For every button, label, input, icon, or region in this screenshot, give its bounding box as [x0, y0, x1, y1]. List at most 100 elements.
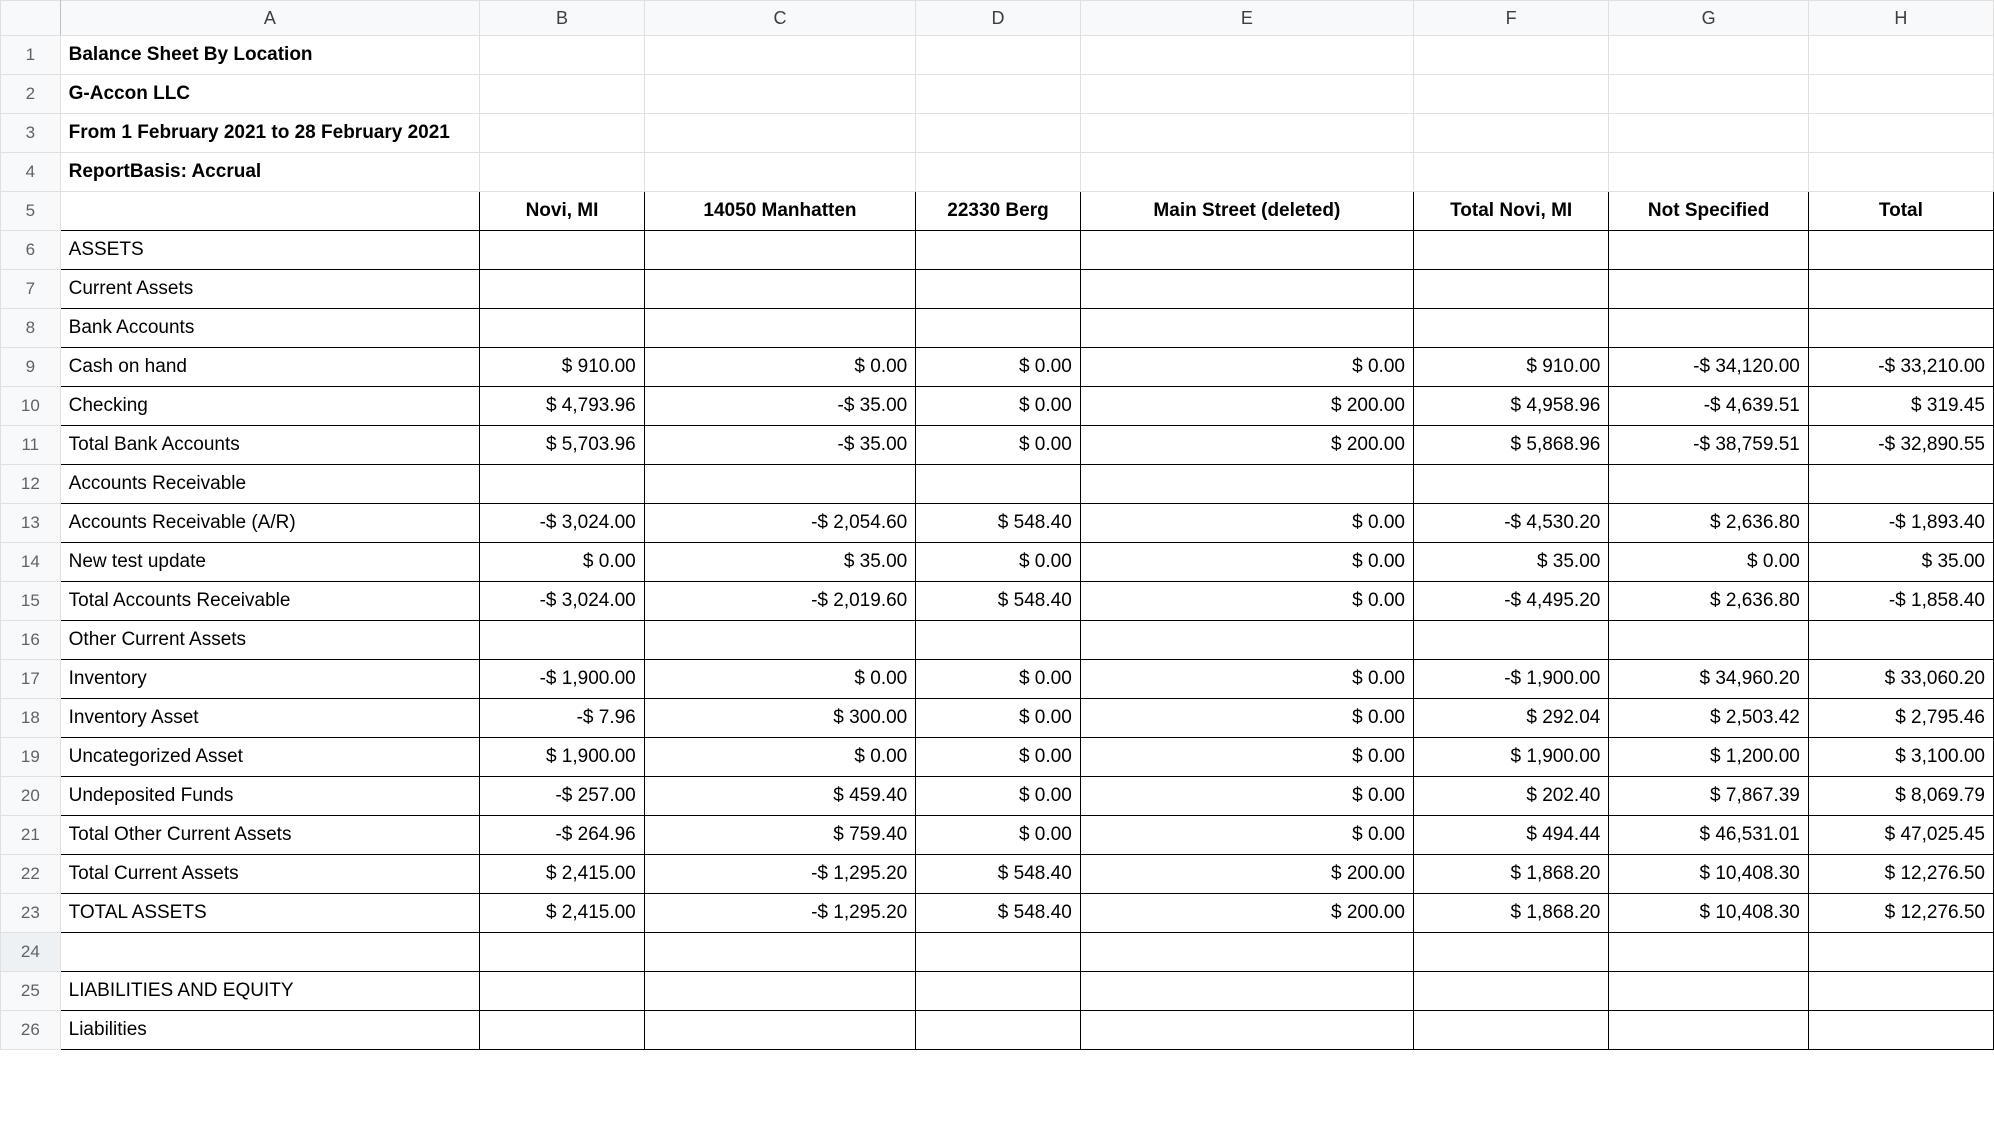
cell-C19[interactable]: $ 0.00 [644, 738, 915, 777]
cell-A9[interactable]: Cash on hand [60, 348, 480, 387]
row-header-9[interactable]: 9 [1, 348, 61, 387]
cell-B26[interactable] [480, 1011, 645, 1050]
cell-F14[interactable]: $ 35.00 [1413, 543, 1608, 582]
cell-B11[interactable]: $ 5,703.96 [480, 426, 645, 465]
row-header-21[interactable]: 21 [1, 816, 61, 855]
cell-G20[interactable]: $ 7,867.39 [1609, 777, 1809, 816]
cell-B1[interactable] [480, 36, 645, 75]
cell-C21[interactable]: $ 759.40 [644, 816, 915, 855]
row-header-6[interactable]: 6 [1, 231, 61, 270]
cell-F21[interactable]: $ 494.44 [1413, 816, 1608, 855]
cell-F6[interactable] [1413, 231, 1608, 270]
cell-E10[interactable]: $ 200.00 [1080, 387, 1413, 426]
row-header-8[interactable]: 8 [1, 309, 61, 348]
cell-A3[interactable]: From 1 February 2021 to 28 February 2021 [60, 114, 480, 153]
cell-B25[interactable] [480, 972, 645, 1011]
cell-B9[interactable]: $ 910.00 [480, 348, 645, 387]
cell-G8[interactable] [1609, 309, 1809, 348]
cell-C26[interactable] [644, 1011, 915, 1050]
cell-C23[interactable]: -$ 1,295.20 [644, 894, 915, 933]
col-header-A[interactable]: A [60, 1, 480, 36]
cell-A13[interactable]: Accounts Receivable (A/R) [60, 504, 480, 543]
cell-E6[interactable] [1080, 231, 1413, 270]
cell-F18[interactable]: $ 292.04 [1413, 699, 1608, 738]
row-header-24[interactable]: 24 [1, 933, 61, 972]
cell-A23[interactable]: TOTAL ASSETS [60, 894, 480, 933]
cell-D17[interactable]: $ 0.00 [916, 660, 1081, 699]
cell-G18[interactable]: $ 2,503.42 [1609, 699, 1809, 738]
cell-G15[interactable]: $ 2,636.80 [1609, 582, 1809, 621]
cell-B22[interactable]: $ 2,415.00 [480, 855, 645, 894]
cell-B24[interactable] [480, 933, 645, 972]
col-header-E[interactable]: E [1080, 1, 1413, 36]
cell-B23[interactable]: $ 2,415.00 [480, 894, 645, 933]
row-header-26[interactable]: 26 [1, 1011, 61, 1050]
cell-E5[interactable]: Main Street (deleted) [1080, 192, 1413, 231]
row-header-1[interactable]: 1 [1, 36, 61, 75]
cell-A7[interactable]: Current Assets [60, 270, 480, 309]
cell-C7[interactable] [644, 270, 915, 309]
cell-A21[interactable]: Total Other Current Assets [60, 816, 480, 855]
cell-C8[interactable] [644, 309, 915, 348]
cell-D21[interactable]: $ 0.00 [916, 816, 1081, 855]
row-header-18[interactable]: 18 [1, 699, 61, 738]
cell-A1[interactable]: Balance Sheet By Location [60, 36, 480, 75]
cell-D9[interactable]: $ 0.00 [916, 348, 1081, 387]
cell-H6[interactable] [1808, 231, 1993, 270]
cell-A8[interactable]: Bank Accounts [60, 309, 480, 348]
cell-F5[interactable]: Total Novi, MI [1413, 192, 1608, 231]
cell-G22[interactable]: $ 10,408.30 [1609, 855, 1809, 894]
cell-D12[interactable] [916, 465, 1081, 504]
cell-H17[interactable]: $ 33,060.20 [1808, 660, 1993, 699]
cell-E17[interactable]: $ 0.00 [1080, 660, 1413, 699]
cell-A11[interactable]: Total Bank Accounts [60, 426, 480, 465]
cell-E14[interactable]: $ 0.00 [1080, 543, 1413, 582]
cell-C14[interactable]: $ 35.00 [644, 543, 915, 582]
cell-E7[interactable] [1080, 270, 1413, 309]
cell-A25[interactable]: LIABILITIES AND EQUITY [60, 972, 480, 1011]
cell-D5[interactable]: 22330 Berg [916, 192, 1081, 231]
col-header-H[interactable]: H [1808, 1, 1993, 36]
cell-F22[interactable]: $ 1,868.20 [1413, 855, 1608, 894]
cell-F12[interactable] [1413, 465, 1608, 504]
cell-G5[interactable]: Not Specified [1609, 192, 1809, 231]
cell-A16[interactable]: Other Current Assets [60, 621, 480, 660]
cell-H23[interactable]: $ 12,276.50 [1808, 894, 1993, 933]
cell-F13[interactable]: -$ 4,530.20 [1413, 504, 1608, 543]
cell-F9[interactable]: $ 910.00 [1413, 348, 1608, 387]
cell-A20[interactable]: Undeposited Funds [60, 777, 480, 816]
col-header-D[interactable]: D [916, 1, 1081, 36]
row-header-20[interactable]: 20 [1, 777, 61, 816]
cell-E1[interactable] [1080, 36, 1413, 75]
cell-E20[interactable]: $ 0.00 [1080, 777, 1413, 816]
cell-D6[interactable] [916, 231, 1081, 270]
cell-B7[interactable] [480, 270, 645, 309]
cell-H26[interactable] [1808, 1011, 1993, 1050]
cell-C6[interactable] [644, 231, 915, 270]
cell-C13[interactable]: -$ 2,054.60 [644, 504, 915, 543]
cell-H7[interactable] [1808, 270, 1993, 309]
cell-D16[interactable] [916, 621, 1081, 660]
cell-C15[interactable]: -$ 2,019.60 [644, 582, 915, 621]
cell-A2[interactable]: G-Accon LLC [60, 75, 480, 114]
row-header-11[interactable]: 11 [1, 426, 61, 465]
cell-D1[interactable] [916, 36, 1081, 75]
cell-F15[interactable]: -$ 4,495.20 [1413, 582, 1608, 621]
row-header-13[interactable]: 13 [1, 504, 61, 543]
cell-H11[interactable]: -$ 32,890.55 [1808, 426, 1993, 465]
cell-D24[interactable] [916, 933, 1081, 972]
cell-E23[interactable]: $ 200.00 [1080, 894, 1413, 933]
row-header-4[interactable]: 4 [1, 153, 61, 192]
cell-F26[interactable] [1413, 1011, 1608, 1050]
row-header-7[interactable]: 7 [1, 270, 61, 309]
cell-E21[interactable]: $ 0.00 [1080, 816, 1413, 855]
cell-H8[interactable] [1808, 309, 1993, 348]
cell-C24[interactable] [644, 933, 915, 972]
cell-A26[interactable]: Liabilities [60, 1011, 480, 1050]
cell-D18[interactable]: $ 0.00 [916, 699, 1081, 738]
cell-C5[interactable]: 14050 Manhatten [644, 192, 915, 231]
cell-A6[interactable]: ASSETS [60, 231, 480, 270]
cell-D19[interactable]: $ 0.00 [916, 738, 1081, 777]
cell-G9[interactable]: -$ 34,120.00 [1609, 348, 1809, 387]
cell-F23[interactable]: $ 1,868.20 [1413, 894, 1608, 933]
